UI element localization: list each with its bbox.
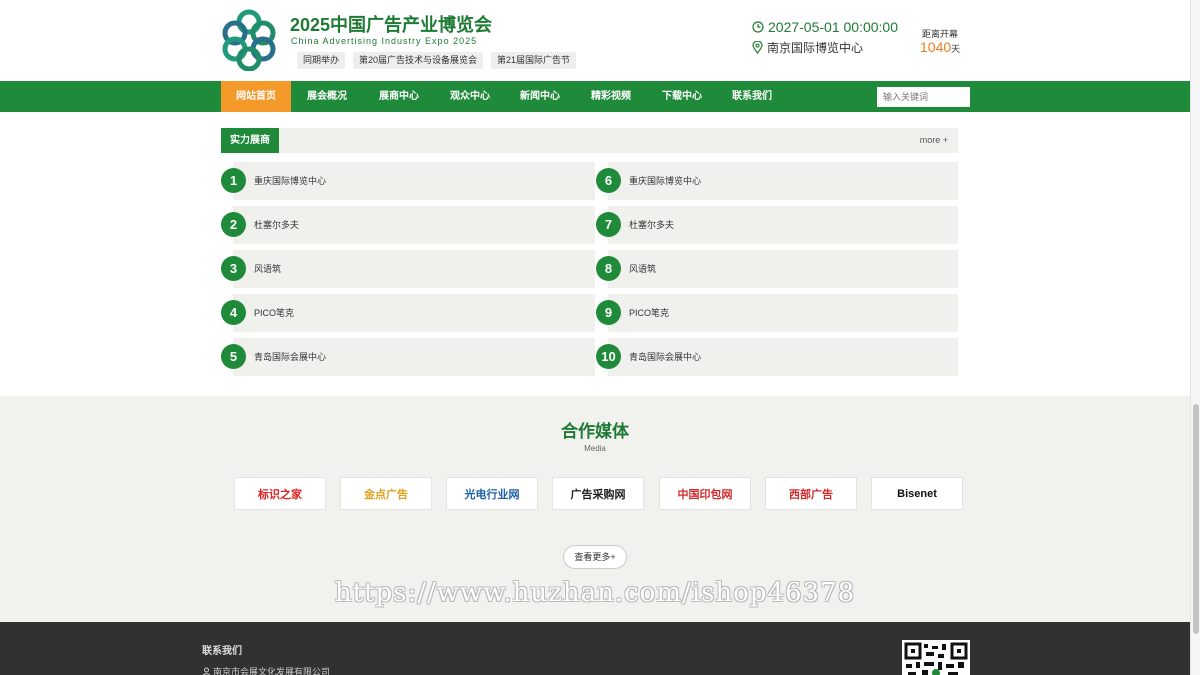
exhibitor-name: 杜塞尔多夫 xyxy=(254,220,300,230)
countdown-unit: 天 xyxy=(951,44,961,54)
media-logo[interactable]: 西部广告 xyxy=(765,477,857,510)
exhibitors-header: 实力展商 more + xyxy=(221,128,958,153)
footer-contact-title: 联系我们 xyxy=(202,646,242,657)
exhibitor-box xyxy=(233,250,595,288)
countdown-value: 1040 xyxy=(920,39,952,55)
view-more-button[interactable]: 查看更多+ xyxy=(563,545,627,569)
nav-item-5[interactable]: 精彩视频 xyxy=(575,81,647,112)
exhibitor-rank: 6 xyxy=(596,168,621,193)
site-header: 2025中国广告产业博览会 China Advertising Industry… xyxy=(0,0,1190,81)
media-section: 合作媒体 Media 标识之家 金点广告 光电行业网 广告采购网 中国印包网 西部广告 Bi… xyxy=(0,396,1190,622)
media-logo[interactable]: Bisenet xyxy=(871,477,963,510)
tag-tech-expo: 第20届广告技术与设备展览会 xyxy=(353,52,484,69)
search-input[interactable] xyxy=(877,87,970,107)
countdown: 1040天 xyxy=(920,39,960,55)
exhibitor-rank: 2 xyxy=(221,212,246,237)
exhibitors-more-link[interactable]: more + xyxy=(920,128,948,153)
exhibitor-name: 青岛国际会展中心 xyxy=(629,352,702,362)
expo-subtitle: China Advertising Industry Expo 2025 xyxy=(291,36,478,46)
tag-ad-festival: 第21届国际广告节 xyxy=(491,52,577,69)
nav-item-7[interactable]: 联系我们 xyxy=(717,81,787,112)
exhibitor-item[interactable]: 3 风语筑 xyxy=(221,250,595,288)
exhibitor-item[interactable]: 4 PICO笔克 xyxy=(221,294,595,332)
exhibitor-item[interactable]: 10 青岛国际会展中心 xyxy=(596,338,958,376)
site-footer: 联系我们 南京市会展文化发展有限公司 xyxy=(0,622,1190,675)
exhibitor-box xyxy=(608,250,958,288)
main-nav: 网站首页 展会概况 展商中心 观众中心 新闻中心 精彩视频 下载中心 联系我们 xyxy=(0,81,1190,112)
footer-company: 南京市会展文化发展有限公司 xyxy=(202,665,330,675)
exhibitor-item[interactable]: 5 青岛国际会展中心 xyxy=(221,338,595,376)
media-logo[interactable]: 标识之家 xyxy=(234,477,326,510)
location-pin-icon xyxy=(752,41,763,54)
exhibitor-item[interactable]: 2 杜塞尔多夫 xyxy=(221,206,595,244)
exhibitor-item[interactable]: 1 重庆国际博览中心 xyxy=(221,162,595,200)
exhibitor-rank: 3 xyxy=(221,256,246,281)
expo-title: 2025中国广告产业博览会 xyxy=(290,15,493,35)
media-title: 合作媒体 xyxy=(561,422,629,441)
page-scrollbar[interactable] xyxy=(1190,0,1200,675)
exhibitor-name: PICO笔克 xyxy=(254,308,295,318)
expo-venue: 南京国际博览中心 xyxy=(752,39,863,56)
exhibitor-item[interactable]: 9 PICO笔克 xyxy=(596,294,958,332)
media-logo[interactable]: 金点广告 xyxy=(340,477,432,510)
scrollbar-thumb[interactable] xyxy=(1193,404,1199,634)
media-subtitle: Media xyxy=(584,444,606,453)
exhibitor-rank: 7 xyxy=(596,212,621,237)
exhibitor-rank: 5 xyxy=(221,344,246,369)
nav-item-6[interactable]: 下载中心 xyxy=(647,81,717,112)
exhibitor-name: 杜塞尔多夫 xyxy=(629,220,675,230)
nav-item-0[interactable]: 网站首页 xyxy=(221,81,291,112)
media-logo[interactable]: 中国印包网 xyxy=(659,477,751,510)
nav-item-2[interactable]: 展商中心 xyxy=(363,81,435,112)
nav-item-1[interactable]: 展会概况 xyxy=(291,81,363,112)
exhibitor-item[interactable]: 6 重庆国际博览中心 xyxy=(596,162,958,200)
nav-items: 网站首页 展会概况 展商中心 观众中心 新闻中心 精彩视频 下载中心 联系我们 xyxy=(221,81,787,112)
exhibitor-rank: 8 xyxy=(596,256,621,281)
exhibitor-name: 重庆国际博览中心 xyxy=(254,176,327,186)
exhibitor-rank: 4 xyxy=(221,300,246,325)
footer-company-name: 南京市会展文化发展有限公司 xyxy=(213,667,331,675)
expo-logo-icon xyxy=(222,9,276,71)
exhibitor-rank: 9 xyxy=(596,300,621,325)
concurrent-events: 同期举办 第20届广告技术与设备展览会 第21届国际广告节 xyxy=(297,52,577,69)
media-logo[interactable]: 光电行业网 xyxy=(446,477,538,510)
user-icon xyxy=(202,667,211,675)
exhibitor-name: 风语筑 xyxy=(629,264,657,274)
expo-venue-text: 南京国际博览中心 xyxy=(767,41,864,55)
exhibitor-name: PICO笔克 xyxy=(629,308,670,318)
tag-concurrent: 同期举办 xyxy=(297,52,346,69)
watermark-text: https://www.huzhan.com/ishop46378 xyxy=(334,578,856,608)
expo-date-text: 2027-05-01 00:00:00 xyxy=(768,19,898,35)
exhibitor-rank: 1 xyxy=(221,168,246,193)
exhibitors-title: 实力展商 xyxy=(221,128,279,153)
exhibitor-name: 风语筑 xyxy=(254,264,282,274)
nav-item-4[interactable]: 新闻中心 xyxy=(505,81,575,112)
exhibitor-item[interactable]: 8 风语筑 xyxy=(596,250,958,288)
media-logo[interactable]: 广告采购网 xyxy=(552,477,644,510)
clock-icon xyxy=(752,21,764,33)
expo-date: 2027-05-01 00:00:00 xyxy=(752,19,898,35)
exhibitor-rank: 10 xyxy=(596,344,621,369)
exhibitor-name: 重庆国际博览中心 xyxy=(629,176,702,186)
nav-item-3[interactable]: 观众中心 xyxy=(435,81,505,112)
exhibitor-item[interactable]: 7 杜塞尔多夫 xyxy=(596,206,958,244)
qr-code-icon xyxy=(902,640,970,675)
exhibitor-name: 青岛国际会展中心 xyxy=(254,352,327,362)
page: 2025中国广告产业博览会 China Advertising Industry… xyxy=(0,0,1200,675)
